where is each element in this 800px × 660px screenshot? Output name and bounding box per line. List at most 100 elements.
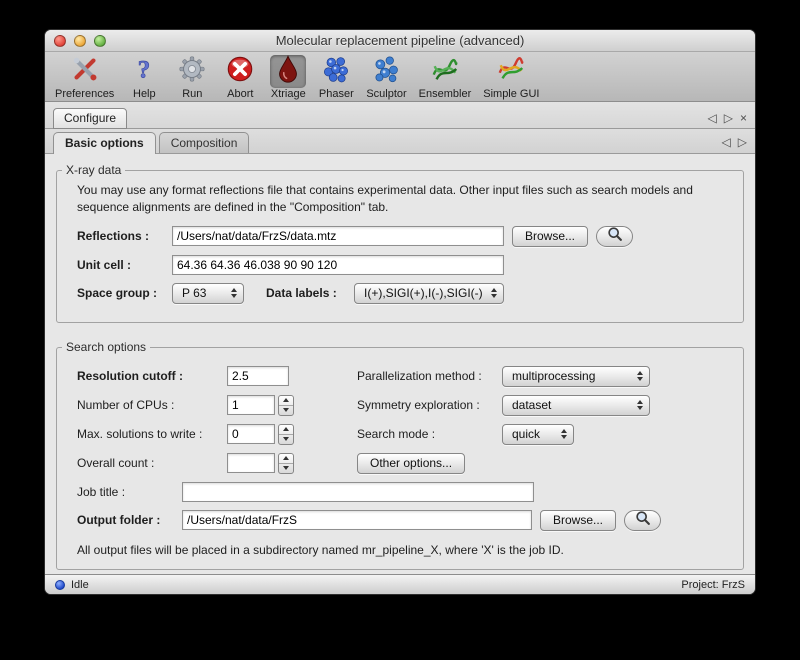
basic-options-panel: X-ray data You may use any format reflec… (45, 154, 755, 574)
popup-arrows-icon (491, 288, 497, 298)
title-bar[interactable]: Molecular replacement pipeline (advanced… (45, 30, 755, 52)
parallelization-label: Parallelization method : (357, 369, 502, 383)
resolution-row: Resolution cutoff : Parallelization meth… (77, 366, 731, 387)
output-folder-input[interactable] (182, 510, 532, 530)
toolbar-button-help[interactable]: ? Help (122, 55, 166, 100)
magnifier-icon (634, 509, 652, 532)
status-text: Idle (71, 579, 89, 591)
output-folder-row: Output folder : Browse... (77, 510, 731, 531)
cpus-input[interactable] (227, 395, 275, 415)
tab-scroll-left-icon[interactable]: ◁ (708, 112, 717, 124)
toolbar-label: Preferences (55, 88, 114, 100)
output-folder-note: All output files will be placed in a sub… (77, 543, 731, 557)
popup-arrows-icon (637, 371, 643, 381)
output-folder-view-button[interactable] (624, 510, 661, 531)
toolbar-button-simple-gui[interactable]: Simple GUI (479, 55, 543, 100)
toolbar-button-preferences[interactable]: Preferences (51, 55, 118, 100)
symmetry-dropdown[interactable]: dataset (502, 395, 650, 416)
job-title-input[interactable] (182, 482, 534, 502)
xray-description: You may use any format reflections file … (77, 182, 717, 216)
status-bar: Idle Project: FrzS (45, 574, 755, 594)
toolbar-button-run[interactable]: Run (170, 55, 214, 100)
red-x-circle-icon (225, 54, 255, 89)
cpus-row: Number of CPUs : Symmetry exploration : … (77, 395, 731, 416)
stepper-up-button[interactable] (279, 425, 293, 435)
reflections-view-button[interactable] (596, 226, 633, 247)
toolbar-button-abort[interactable]: Abort (218, 55, 262, 100)
tab-close-icon[interactable]: × (740, 112, 747, 124)
other-options-button[interactable]: Other options... (357, 453, 465, 474)
reflections-input[interactable] (172, 226, 504, 246)
data-labels-dropdown[interactable]: I(+),SIGI(+),I(-),SIGI(-) (354, 283, 504, 304)
output-folder-label: Output folder : (77, 513, 182, 527)
svg-text:?: ? (138, 55, 151, 83)
crossed-tools-icon (70, 54, 100, 89)
question-mark-icon: ? (129, 54, 159, 89)
toolbar-label: Xtriage (271, 88, 306, 100)
search-group-title: Search options (62, 340, 150, 354)
xray-data-group: X-ray data You may use any format reflec… (56, 170, 744, 323)
search-mode-value: quick (512, 427, 540, 441)
toolbar-label: Sculptor (366, 88, 406, 100)
symmetry-label: Symmetry exploration : (357, 398, 502, 412)
search-mode-dropdown[interactable]: quick (502, 424, 574, 445)
overall-count-row: Overall count : Other options... (77, 453, 731, 474)
popup-arrows-icon (561, 429, 567, 439)
toolbar-label: Ensembler (419, 88, 472, 100)
parallelization-dropdown[interactable]: multiprocessing (502, 366, 650, 387)
magnifier-icon (606, 225, 624, 248)
tab-scroll-right-icon[interactable]: ▷ (724, 112, 733, 124)
space-group-dropdown[interactable]: P 63 (172, 283, 244, 304)
subtab-scroll-right-icon[interactable]: ▷ (738, 135, 747, 149)
blue-cluster-icon (371, 54, 401, 89)
overall-count-input[interactable] (227, 453, 275, 473)
toolbar: Preferences ? Help (45, 52, 755, 102)
toolbar-label: Simple GUI (483, 88, 539, 100)
toolbar-button-sculptor[interactable]: Sculptor (362, 55, 410, 100)
tab-basic-options[interactable]: Basic options (53, 132, 156, 154)
stepper-up-button[interactable] (279, 396, 293, 406)
stepper-down-button[interactable] (279, 464, 293, 473)
toolbar-button-xtriage[interactable]: Xtriage (266, 55, 310, 100)
popup-arrows-icon (637, 400, 643, 410)
reflections-label: Reflections : (77, 229, 172, 243)
tab-composition[interactable]: Composition (159, 132, 250, 153)
unit-cell-input[interactable] (172, 255, 504, 275)
search-options-group: Search options Resolution cutoff : Paral… (56, 347, 744, 570)
gear-icon (177, 54, 207, 89)
max-solutions-input[interactable] (227, 424, 275, 444)
data-labels-value: I(+),SIGI(+),I(-),SIGI(-) (364, 286, 483, 300)
space-group-row: Space group : P 63 Data labels : I(+),SI… (77, 283, 731, 304)
toolbar-button-ensembler[interactable]: Ensembler (415, 55, 476, 100)
stepper-down-button[interactable] (279, 435, 293, 444)
toolbar-label: Phaser (319, 88, 354, 100)
unit-cell-row: Unit cell : (77, 255, 731, 275)
stepper-down-button[interactable] (279, 406, 293, 415)
tab-configure[interactable]: Configure (53, 108, 127, 129)
red-droplet-icon (273, 54, 303, 89)
blue-molecule-icon (321, 54, 351, 89)
stepper-up-button[interactable] (279, 454, 293, 464)
reflections-browse-button[interactable]: Browse... (512, 226, 588, 247)
max-solutions-stepper (278, 424, 294, 445)
job-title-row: Job title : (77, 482, 731, 502)
toolbar-button-phaser[interactable]: Phaser (314, 55, 358, 100)
window-title: Molecular replacement pipeline (advanced… (45, 33, 755, 48)
app-window: Molecular replacement pipeline (advanced… (44, 29, 756, 595)
overall-count-stepper (278, 453, 294, 474)
toolbar-label: Run (182, 88, 202, 100)
output-folder-browse-button[interactable]: Browse... (540, 510, 616, 531)
subtab-scroll-left-icon[interactable]: ◁ (722, 135, 731, 149)
toolbar-label: Help (133, 88, 156, 100)
cpus-stepper (278, 395, 294, 416)
job-title-label: Job title : (77, 485, 182, 499)
resolution-cutoff-input[interactable] (227, 366, 289, 386)
search-mode-label: Search mode : (357, 427, 502, 441)
max-solutions-row: Max. solutions to write : Search mode : … (77, 424, 731, 445)
colorful-ribbon-icon (496, 54, 526, 89)
space-group-label: Space group : (77, 286, 172, 300)
reflections-row: Reflections : Browse... (77, 226, 731, 247)
main-tab-strip: Configure ◁ ▷ × (45, 102, 755, 129)
space-group-value: P 63 (182, 286, 206, 300)
subtab-nav-controls: ◁ ▷ (722, 135, 747, 153)
